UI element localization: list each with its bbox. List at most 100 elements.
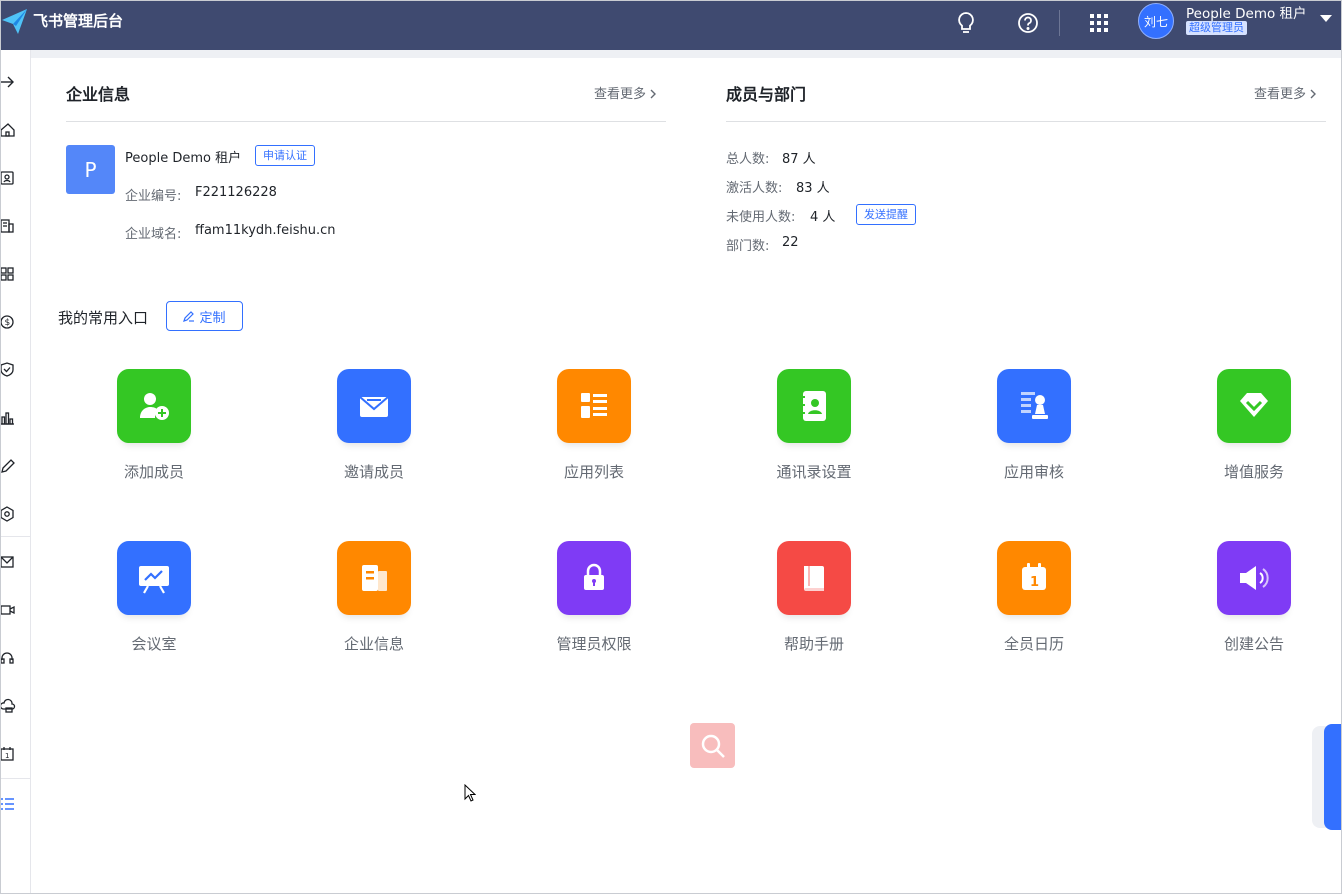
chart-icon[interactable] — [0, 410, 16, 426]
account-dropdown-icon[interactable] — [1320, 15, 1332, 22]
tile-add-member[interactable]: 添加成员 — [74, 369, 234, 499]
tile-label: 企业信息 — [343, 635, 404, 653]
diamond-icon — [1217, 369, 1291, 443]
collapse-arrow-icon[interactable] — [0, 74, 16, 90]
enterprise-section-title: 企业信息 — [66, 85, 131, 104]
mouse-cursor-icon — [464, 784, 476, 802]
unused-members-label: 未使用人数: — [726, 210, 796, 225]
app-title[interactable]: 飞书管理后台 — [33, 10, 123, 31]
dollar-icon[interactable]: $ — [0, 314, 16, 330]
calendar-icon: 1 — [997, 541, 1071, 615]
contacts-icon[interactable] — [0, 170, 16, 186]
tile-app-review[interactable]: 应用审核 — [954, 369, 1114, 499]
tile-company-calendar[interactable]: 1 全员日历 — [954, 541, 1114, 671]
members-more-label: 查看更多 — [1254, 87, 1307, 102]
svg-text:$: $ — [5, 318, 11, 328]
tile-label: 邀请成员 — [343, 463, 404, 481]
shortcuts-title: 我的常用入口 — [58, 309, 149, 327]
svg-text:1: 1 — [1030, 575, 1039, 590]
headset-icon[interactable] — [0, 650, 16, 666]
enterprise-id-label: 企业编号: — [125, 189, 182, 204]
settings-icon[interactable] — [0, 506, 16, 522]
tile-label: 通讯录设置 — [776, 463, 852, 481]
tile-app-list[interactable]: 应用列表 — [514, 369, 674, 499]
app-grid-icon[interactable] — [1085, 9, 1113, 37]
certify-button[interactable]: 申请认证 — [255, 145, 315, 166]
enterprise-more-label: 查看更多 — [594, 87, 647, 102]
members-section-title: 成员与部门 — [726, 85, 807, 104]
header-strip — [30, 50, 1342, 58]
avatar[interactable]: 刘七 — [1138, 3, 1174, 39]
pen-icon[interactable] — [0, 458, 16, 474]
top-bar: 飞书管理后台 刘七 People Demo 租户 超级管理员 — [0, 0, 1342, 50]
role-badge: 超级管理员 — [1186, 21, 1247, 35]
shield-icon[interactable] — [0, 362, 16, 378]
tile-label: 增值服务 — [1223, 463, 1284, 481]
enterprise-more-link[interactable]: 查看更多 — [594, 83, 657, 102]
calendar-icon[interactable]: 1 — [0, 746, 16, 762]
section-divider — [726, 121, 1326, 122]
tile-label: 创建公告 — [1223, 635, 1284, 653]
enterprise-info-icon — [337, 541, 411, 615]
members-more-link[interactable]: 查看更多 — [1254, 83, 1317, 102]
departments-value: 22 — [782, 235, 799, 250]
tile-label: 管理员权限 — [556, 635, 632, 653]
chevron-right-icon — [650, 89, 657, 99]
tile-address-book[interactable]: 通讯录设置 — [734, 369, 894, 499]
enterprise-id-value: F221126228 — [195, 185, 277, 200]
departments-label: 部门数: — [726, 239, 770, 254]
active-members-value: 83 人 — [796, 181, 830, 196]
tile-label: 帮助手册 — [783, 635, 844, 653]
help-icon[interactable] — [1014, 9, 1042, 37]
lock-icon — [557, 541, 631, 615]
list-icon[interactable] — [0, 796, 16, 812]
total-members-value: 87 人 — [782, 152, 816, 167]
cloud-icon[interactable] — [0, 698, 16, 714]
book-icon — [777, 541, 851, 615]
svg-text:1: 1 — [5, 752, 9, 760]
tile-help-manual[interactable]: 帮助手册 — [734, 541, 894, 671]
tile-meeting-room[interactable]: 会议室 — [74, 541, 234, 671]
edit-icon — [183, 311, 195, 322]
enterprise-domain-label: 企业域名: — [125, 227, 182, 242]
tile-value-added-service[interactable]: 增值服务 — [1174, 369, 1334, 499]
topbar-divider — [1059, 10, 1060, 36]
feedback-side-tab[interactable] — [1324, 724, 1342, 830]
search-icon — [701, 734, 725, 758]
mail-icon[interactable] — [0, 554, 16, 570]
meeting-room-icon — [117, 541, 191, 615]
sidebar-divider — [0, 778, 30, 779]
unused-members-value: 4 人 — [810, 210, 836, 225]
tile-create-announcement[interactable]: 创建公告 — [1174, 541, 1334, 671]
app-review-icon — [997, 369, 1071, 443]
video-icon[interactable] — [0, 602, 16, 618]
apps-icon[interactable] — [0, 266, 16, 282]
total-members-label: 总人数: — [726, 152, 770, 167]
tile-label: 添加成员 — [123, 463, 184, 481]
search-button[interactable] — [690, 723, 735, 768]
send-reminder-button[interactable]: 发送提醒 — [856, 204, 916, 225]
tile-admin-permissions[interactable]: 管理员权限 — [514, 541, 674, 671]
invite-mail-icon — [337, 369, 411, 443]
section-divider — [66, 121, 666, 122]
customize-label: 定制 — [199, 310, 226, 326]
sidebar-divider — [0, 536, 30, 537]
enterprise-logo: P — [66, 145, 115, 194]
feishu-logo-icon — [2, 9, 27, 34]
chevron-right-icon — [1310, 89, 1317, 99]
enterprise-name: People Demo 租户 — [125, 151, 242, 166]
tile-label: 全员日历 — [1003, 635, 1064, 653]
megaphone-icon — [1217, 541, 1291, 615]
app-list-icon — [557, 369, 631, 443]
tile-label: 应用审核 — [1003, 463, 1064, 481]
home-icon[interactable] — [0, 122, 16, 138]
tenant-name[interactable]: People Demo 租户 — [1186, 2, 1307, 22]
tile-invite-member[interactable]: 邀请成员 — [294, 369, 454, 499]
customize-button[interactable]: 定制 — [166, 301, 243, 331]
lightbulb-icon[interactable] — [952, 9, 980, 37]
building-icon[interactable] — [0, 218, 16, 234]
enterprise-domain-value: ffam11kydh.feishu.cn — [195, 223, 336, 238]
tile-label: 应用列表 — [563, 463, 624, 481]
active-members-label: 激活人数: — [726, 181, 783, 196]
tile-enterprise-info[interactable]: 企业信息 — [294, 541, 454, 671]
